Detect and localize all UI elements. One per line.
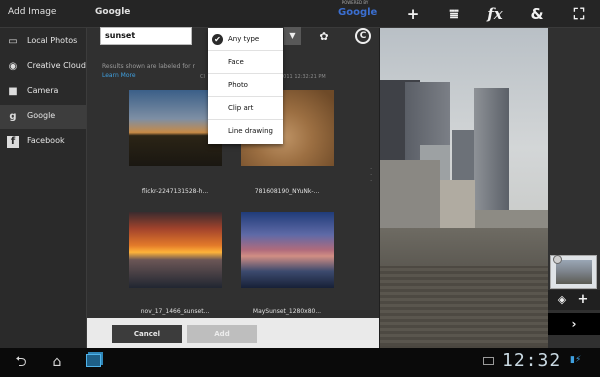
mail-notification-icon[interactable] <box>483 357 494 365</box>
layer-visibility-dot[interactable] <box>553 255 562 264</box>
result-filename: 781608190_NYuNk-... <box>254 188 320 195</box>
stamp-prefix: Cl <box>200 74 205 80</box>
dropdown-option-label: Clip art <box>228 104 254 112</box>
plus-icon: + <box>577 292 589 307</box>
photo-building <box>475 210 548 230</box>
google-logo: POWERED BY Google <box>338 0 377 23</box>
dropdown-option-face[interactable]: Face <box>208 51 283 74</box>
layers-icon: ◈ <box>557 293 567 306</box>
next-layer-button[interactable]: › <box>548 313 600 335</box>
photo-building <box>380 160 440 230</box>
camera-icon: ■ <box>8 86 18 97</box>
cancel-button[interactable]: Cancel <box>112 325 182 343</box>
result-filename: nov_17_1466_sunset... <box>140 308 210 315</box>
system-clock: 12:32 <box>502 350 562 371</box>
home-button[interactable]: ⌂ <box>44 352 70 372</box>
photo-rooftop <box>380 266 548 346</box>
source-sidebar: ▭ Local Photos ◉ Creative Cloud ■ Camera… <box>0 28 87 348</box>
sidebar-item-camera[interactable]: ■ Camera <box>0 80 86 104</box>
adjust-tool-button[interactable]: ⩸ <box>440 3 468 25</box>
chevron-down-icon: ▼ <box>289 31 296 40</box>
dropdown-option-label: Line drawing <box>228 127 273 135</box>
battery-status-icon: ▮⚡ <box>570 355 582 365</box>
recent-apps-button[interactable] <box>86 354 101 367</box>
blend-tool-button[interactable]: & <box>523 3 551 25</box>
add-layer-button[interactable]: + <box>576 292 590 308</box>
effects-tool-button[interactable]: fx <box>481 3 509 25</box>
top-bar <box>0 0 600 28</box>
fit-screen-button[interactable]: ⛶ <box>565 3 593 25</box>
creative-cloud-icon: ◉ <box>8 61 18 72</box>
result-filename: flickr-2247131528-h... <box>141 188 209 195</box>
layer-thumbnail-image <box>556 260 592 284</box>
add-tool-button[interactable]: + <box>399 3 427 25</box>
result-filename: MaySunset_1280x80... <box>252 308 322 315</box>
photo-building <box>474 88 509 230</box>
filter-dropdown-arrow[interactable]: ▼ <box>284 27 301 45</box>
search-input[interactable]: sunset <box>100 27 192 45</box>
powered-by-label: POWERED BY <box>341 0 369 5</box>
add-image-title: Add Image <box>8 7 57 17</box>
source-title: Google <box>95 7 131 17</box>
photo-building <box>440 180 475 230</box>
home-icon: ⌂ <box>52 354 62 370</box>
chevron-right-icon: › <box>571 317 577 331</box>
sidebar-item-local-photos[interactable]: ▭ Local Photos <box>0 30 86 54</box>
plus-icon: + <box>406 5 420 23</box>
dropdown-option-label: Face <box>228 58 244 66</box>
dropdown-option-photo[interactable]: Photo <box>208 74 283 97</box>
dropdown-option-clip-art[interactable]: Clip art <box>208 97 283 120</box>
result-thumbnail[interactable] <box>129 212 222 288</box>
dropdown-option-label: Any type <box>228 35 260 43</box>
checkmark-icon: ✔ <box>212 34 223 45</box>
panel-divider-grip[interactable]: · · · <box>370 166 375 185</box>
sidebar-item-label: Google <box>27 111 56 120</box>
license-filter-button[interactable]: C <box>355 28 371 44</box>
sidebar-item-creative-cloud[interactable]: ◉ Creative Cloud <box>0 55 86 79</box>
google-icon: g <box>9 111 17 122</box>
facebook-icon: f <box>7 136 19 148</box>
timestamp: 2011 12:32:21 PM <box>280 74 326 80</box>
copyright-icon: C <box>359 31 367 41</box>
sidebar-item-label: Creative Cloud <box>27 61 86 70</box>
blend-icon: & <box>530 5 544 23</box>
sidebar-item-facebook[interactable]: f Facebook <box>0 130 86 154</box>
sidebar-item-google[interactable]: g Google <box>0 105 86 129</box>
license-note: Results shown are labeled for r <box>102 63 195 70</box>
sidebar-item-label: Camera <box>27 86 59 95</box>
layers-button[interactable]: ◈ <box>555 292 569 308</box>
learn-more-link[interactable]: Learn More <box>102 72 136 79</box>
photo-album-icon: ▭ <box>8 36 18 47</box>
adjust-sliders-icon: ⩸ <box>449 5 459 23</box>
dropdown-option-line-drawing[interactable]: Line drawing <box>208 120 283 143</box>
image-type-dropdown: ✔ Any type Face Photo Clip art Line draw… <box>208 28 283 144</box>
fit-screen-icon: ⛶ <box>573 5 585 23</box>
dropdown-option-any-type[interactable]: ✔ Any type <box>208 28 283 51</box>
result-thumbnail[interactable] <box>241 212 334 288</box>
google-logo-text: Google <box>338 7 378 18</box>
sidebar-item-label: Facebook <box>27 136 65 145</box>
palette-icon: ✿ <box>319 30 329 43</box>
back-button[interactable]: ⮌ <box>8 352 34 372</box>
color-filter-button[interactable]: ✿ <box>316 29 332 45</box>
add-button[interactable]: Add <box>187 325 257 343</box>
back-icon: ⮌ <box>15 354 27 370</box>
effects-icon: fx <box>487 5 503 23</box>
sidebar-item-label: Local Photos <box>27 36 78 45</box>
dropdown-option-label: Photo <box>228 81 248 89</box>
